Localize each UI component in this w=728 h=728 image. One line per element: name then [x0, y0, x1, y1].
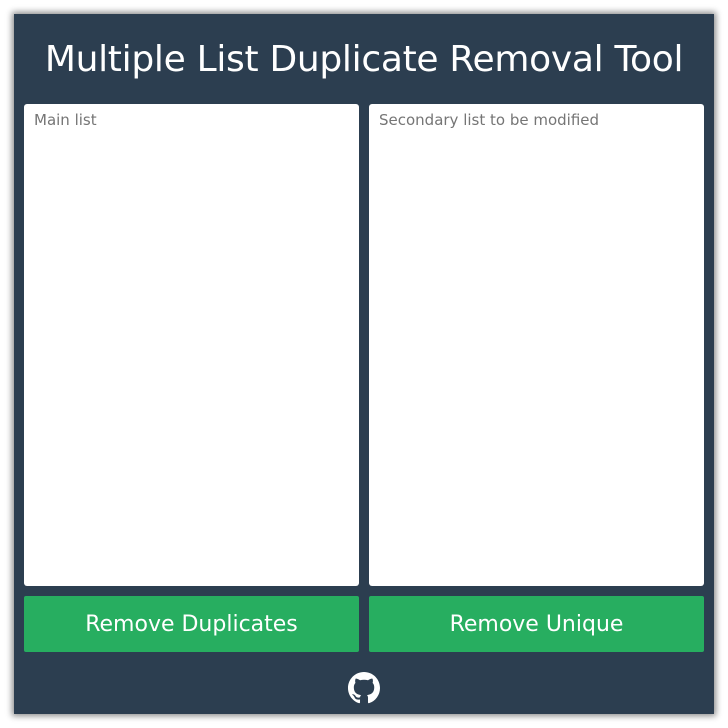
github-icon — [348, 672, 380, 704]
remove-unique-button[interactable]: Remove Unique — [369, 596, 704, 652]
github-link[interactable] — [348, 672, 380, 704]
page-title: Multiple List Duplicate Removal Tool — [44, 39, 684, 80]
app-panel: Multiple List Duplicate Removal Tool Rem… — [14, 14, 714, 714]
secondary-list-input[interactable] — [369, 104, 704, 586]
remove-duplicates-button[interactable]: Remove Duplicates — [24, 596, 359, 652]
main-list-input[interactable] — [24, 104, 359, 586]
